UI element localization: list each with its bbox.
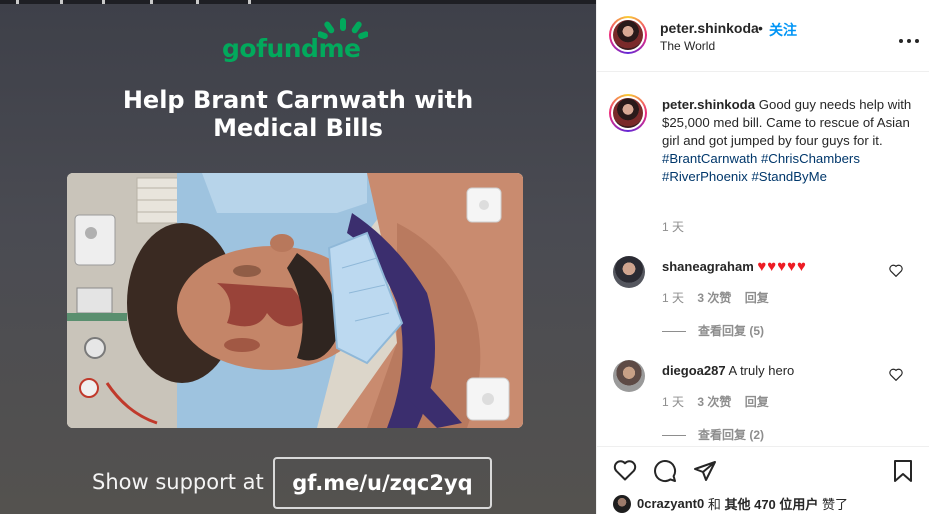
hospital-photo bbox=[67, 173, 523, 428]
comment-likes-count[interactable]: 3 次赞 bbox=[697, 395, 731, 409]
hashtag-link[interactable]: #BrantCarnwath bbox=[662, 151, 757, 166]
likes-summary: 0crazyant0 和 其他 470 位用户 赞了 bbox=[613, 494, 848, 513]
commenter-avatar[interactable] bbox=[613, 360, 645, 392]
comment-body: shaneagraham ♥♥♥♥♥ bbox=[662, 258, 807, 275]
author-avatar[interactable] bbox=[609, 16, 647, 54]
support-label: Show support at bbox=[92, 470, 264, 494]
comment-icon[interactable] bbox=[653, 459, 677, 488]
top-strip bbox=[0, 0, 596, 4]
post-header: peter.shinkoda • 关注 The World bbox=[597, 0, 929, 72]
view-replies-label: 查看回复 (2) bbox=[698, 428, 765, 442]
comment-like-icon[interactable] bbox=[889, 264, 903, 282]
gofundme-logo: gofundme bbox=[222, 18, 372, 64]
post-sidebar: peter.shinkoda • 关注 The World peter.shin… bbox=[596, 0, 929, 514]
hashtag-link[interactable]: #ChrisChambers bbox=[761, 151, 860, 166]
share-icon[interactable] bbox=[693, 459, 717, 488]
hashtag-link[interactable]: #StandByMe bbox=[751, 169, 827, 184]
comment-text: A truly hero bbox=[728, 363, 795, 378]
bookmark-icon[interactable] bbox=[892, 459, 914, 488]
likes-suffix: 赞了 bbox=[822, 497, 849, 512]
comment-meta: 1 天 3 次赞 回复 bbox=[662, 393, 779, 410]
replies-divider bbox=[662, 331, 686, 333]
caption-username[interactable]: peter.shinkoda bbox=[662, 97, 755, 112]
comment-text: ♥♥♥♥♥ bbox=[757, 258, 807, 275]
post-location[interactable]: The World bbox=[660, 39, 715, 53]
comment-likes-count[interactable]: 3 次赞 bbox=[697, 291, 731, 305]
more-options-icon[interactable] bbox=[898, 28, 920, 49]
likes-others-link[interactable]: 其他 470 位用户 bbox=[724, 494, 818, 513]
reply-button[interactable]: 回复 bbox=[745, 395, 769, 409]
heart-icon[interactable] bbox=[613, 459, 637, 486]
post-caption: peter.shinkoda Good guy needs help with … bbox=[662, 96, 912, 186]
comment-like-icon[interactable] bbox=[889, 368, 903, 386]
author-username[interactable]: peter.shinkoda bbox=[660, 20, 759, 36]
gofundme-wordmark: gofundme bbox=[222, 34, 361, 63]
header-separator: • bbox=[758, 20, 763, 36]
comment-body: diegoa287 A truly hero bbox=[662, 363, 794, 378]
commenter-avatar[interactable] bbox=[613, 256, 645, 288]
caption-author-avatar[interactable] bbox=[609, 94, 647, 132]
comment-meta: 1 天 3 次赞 回复 bbox=[662, 289, 779, 306]
hashtag-link[interactable]: #RiverPhoenix bbox=[662, 169, 748, 184]
liker-avatar[interactable] bbox=[613, 494, 631, 513]
commenter-username[interactable]: diegoa287 bbox=[662, 363, 726, 378]
commenter-username[interactable]: shaneagraham bbox=[662, 259, 754, 274]
view-replies-button[interactable]: 查看回复 (2) bbox=[662, 426, 764, 443]
liker-username[interactable]: 0crazyant0 bbox=[637, 496, 704, 511]
likes-and: 和 bbox=[707, 497, 721, 512]
post-image[interactable]: gofundme Help Brant Carnwath with Medica… bbox=[0, 0, 596, 514]
comment-time[interactable]: 1 天 bbox=[662, 395, 684, 409]
reply-button[interactable]: 回复 bbox=[745, 291, 769, 305]
follow-button[interactable]: 关注 bbox=[769, 20, 797, 40]
replies-divider bbox=[662, 435, 686, 437]
caption-timestamp[interactable]: 1 天 bbox=[662, 218, 684, 235]
post-headline: Help Brant Carnwath with Medical Bills bbox=[122, 86, 474, 142]
support-link[interactable]: gf.me/u/zqc2yq bbox=[273, 457, 492, 509]
view-replies-label: 查看回复 (5) bbox=[698, 324, 765, 338]
comment-time[interactable]: 1 天 bbox=[662, 291, 684, 305]
view-replies-button[interactable]: 查看回复 (5) bbox=[662, 322, 764, 339]
